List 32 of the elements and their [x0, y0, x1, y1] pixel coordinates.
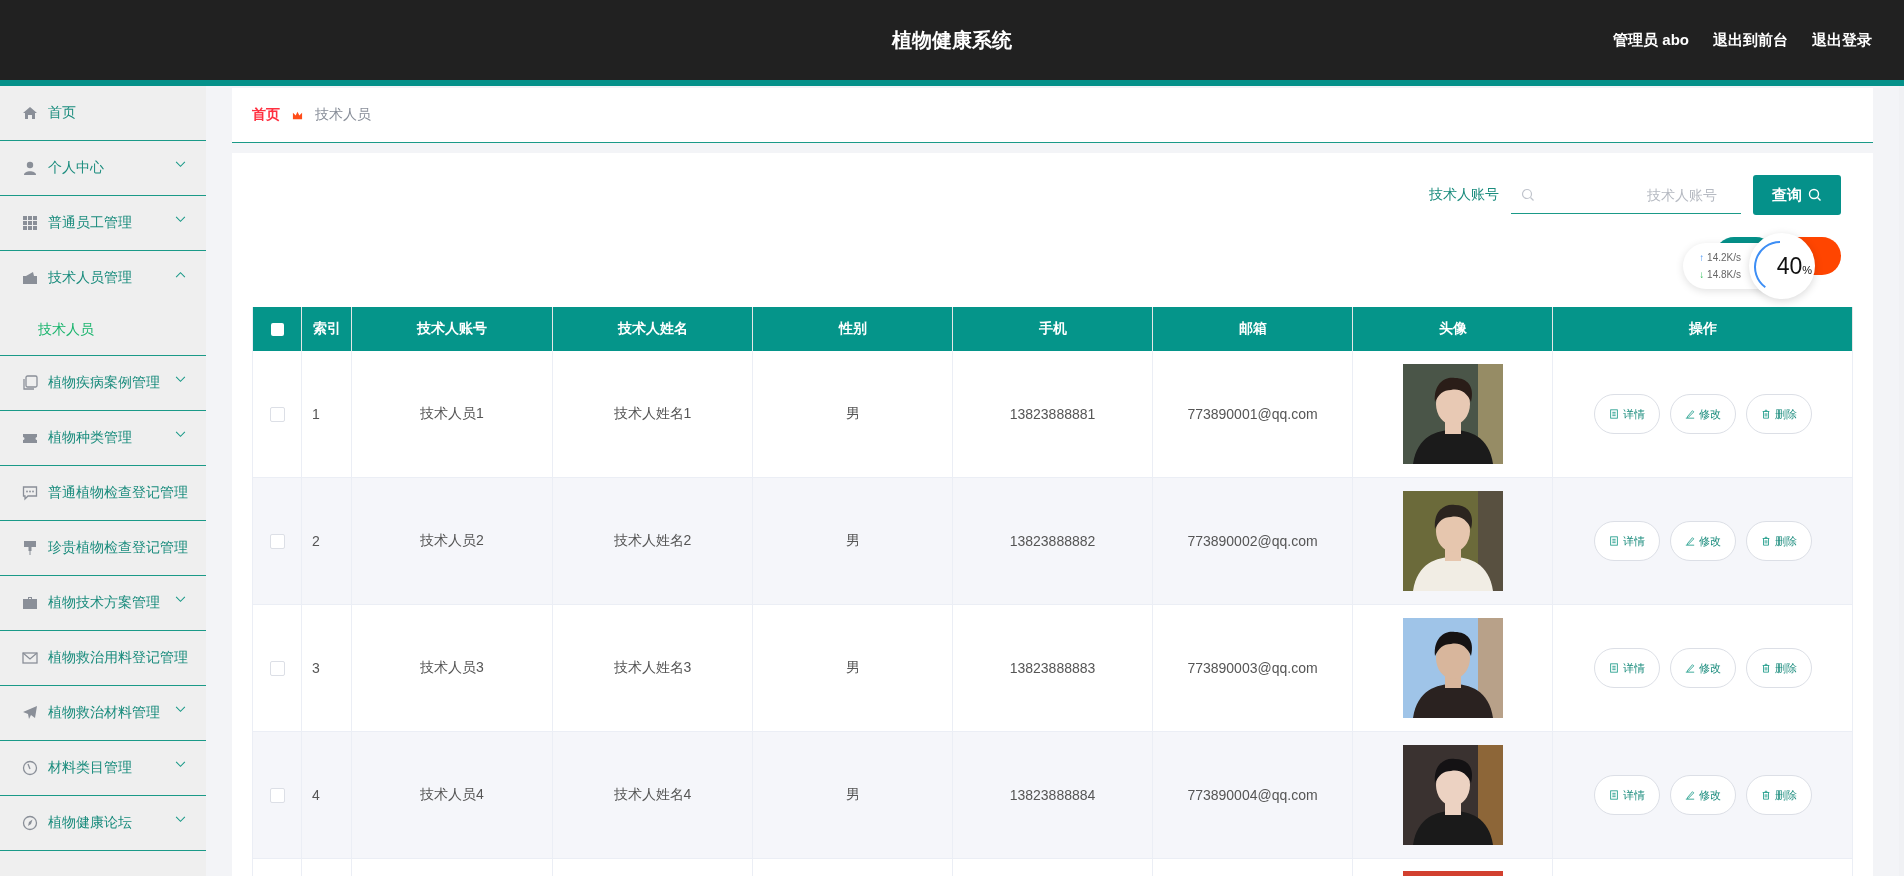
table-cell: 4	[312, 787, 320, 803]
app-title: 植物健康系统	[892, 27, 1012, 53]
table-cell: 技术人姓名1	[613, 405, 692, 423]
breadcrumb-current: 技术人员	[315, 106, 371, 124]
table-cell: 男	[845, 405, 860, 423]
table-cell: 13823888881	[1009, 406, 1096, 422]
table-cell: 男	[845, 532, 860, 550]
table-cell: 男	[845, 659, 860, 677]
upload-arrow: ↑	[1699, 252, 1705, 263]
download-arrow: ↓	[1699, 269, 1705, 280]
table-cell: 3	[312, 660, 320, 676]
table-cell: 技术人姓名4	[613, 786, 692, 804]
table-cell: 技术人员3	[420, 659, 484, 677]
table-cell: 773890001@qq.com	[1187, 406, 1318, 422]
table-cell: 13823888883	[1009, 660, 1096, 676]
table-cell: 男	[845, 786, 860, 804]
table-cell: 13823888884	[1009, 787, 1096, 803]
search-label: 技术人账号	[1429, 186, 1499, 204]
table-cell: 技术人姓名3	[613, 659, 692, 677]
table-cell: 773890004@qq.com	[1187, 787, 1318, 803]
table-cell: 技术人员4	[420, 786, 484, 804]
upload-speed: 14.2K/s	[1707, 252, 1741, 263]
percent-reading: 40%	[1776, 254, 1812, 278]
table-cell: 技术人员1	[420, 405, 484, 423]
table-cell: 技术人员2	[420, 532, 484, 550]
table-cell: 2	[312, 533, 320, 549]
table-cell: 773890003@qq.com	[1187, 660, 1318, 676]
download-speed: 14.8K/s	[1707, 269, 1741, 280]
table-cell: 1	[312, 406, 320, 422]
table-cell: 技术人姓名2	[613, 532, 692, 550]
table-cell: 773890002@qq.com	[1187, 533, 1318, 549]
table-cell: 13823888882	[1009, 533, 1096, 549]
